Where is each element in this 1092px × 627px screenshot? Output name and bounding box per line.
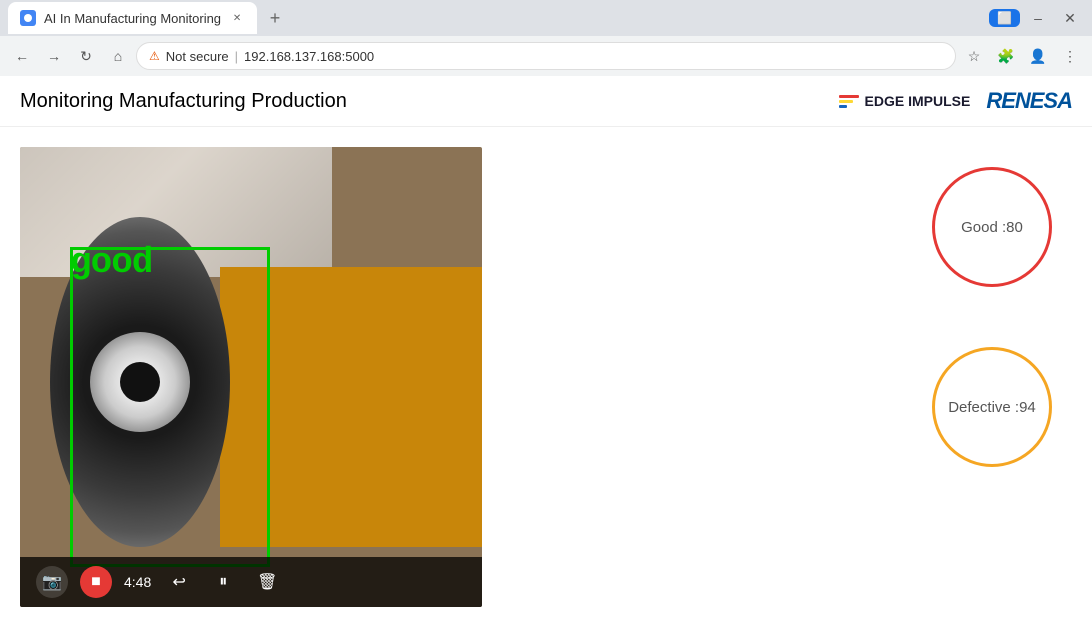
detection-label: good bbox=[70, 242, 152, 283]
page-content: Monitoring Manufacturing Production EDGE… bbox=[0, 76, 1092, 627]
new-tab-button[interactable]: + bbox=[261, 4, 289, 32]
security-warning: ⚠ bbox=[149, 49, 160, 63]
defective-metric-circle: Defective :94 bbox=[932, 347, 1052, 467]
tab-favicon bbox=[20, 10, 36, 26]
page-header: Monitoring Manufacturing Production EDGE… bbox=[0, 76, 1092, 127]
edge-impulse-logo: EDGE IMPULSE bbox=[839, 93, 971, 109]
time-display: 4:48 bbox=[124, 574, 151, 590]
rewind-button[interactable]: ↩ bbox=[163, 566, 195, 598]
refresh-button[interactable]: ↻ bbox=[72, 42, 100, 70]
maximize-button[interactable]: ⬜ bbox=[989, 9, 1020, 27]
stop-button[interactable]: ■ bbox=[80, 566, 112, 598]
not-secure-text: Not secure bbox=[166, 49, 229, 64]
url-text: 192.168.137.168:5000 bbox=[244, 49, 374, 64]
tab-close-button[interactable]: ✕ bbox=[229, 10, 245, 26]
video-controls[interactable]: 📷 ■ 4:48 ↩ ⏸ 🗑 bbox=[20, 557, 482, 607]
edge-impulse-icon bbox=[839, 95, 859, 108]
renesa-logo: RENESA bbox=[986, 88, 1072, 114]
menu-button[interactable]: ⋮ bbox=[1056, 42, 1084, 70]
browser-chrome: AI In Manufacturing Monitoring ✕ + ⬜ – ✕… bbox=[0, 0, 1092, 76]
page-title: Monitoring Manufacturing Production bbox=[20, 90, 347, 113]
address-separator: | bbox=[235, 49, 238, 64]
good-metric-circle: Good :80 bbox=[932, 167, 1052, 287]
active-tab[interactable]: AI In Manufacturing Monitoring ✕ bbox=[8, 2, 257, 34]
logos-container: EDGE IMPULSE RENESA bbox=[839, 88, 1072, 114]
address-bar[interactable]: ⚠ Not secure | 192.168.137.168:5000 bbox=[136, 42, 956, 70]
detection-bounding-box: good bbox=[70, 247, 270, 567]
video-player: good 📷 ■ 4:48 ↩ ⏸ 🗑 bbox=[20, 147, 482, 607]
delete-button[interactable]: 🗑 bbox=[251, 566, 283, 598]
good-metric-label: Good :80 bbox=[961, 219, 1023, 236]
tab-bar: AI In Manufacturing Monitoring ✕ + ⬜ – ✕ bbox=[0, 0, 1092, 36]
camera-button[interactable]: 📷 bbox=[36, 566, 68, 598]
nav-actions: ☆ 🧩 👤 ⋮ bbox=[960, 42, 1084, 70]
pause-button[interactable]: ⏸ bbox=[207, 566, 239, 598]
edge-impulse-text: EDGE IMPULSE bbox=[865, 93, 971, 109]
renesa-text: RENESA bbox=[986, 88, 1072, 113]
close-window-button[interactable]: ✕ bbox=[1056, 4, 1084, 32]
defective-metric-label: Defective :94 bbox=[948, 399, 1036, 416]
right-panel: Good :80 Defective :94 bbox=[522, 147, 1072, 607]
back-button[interactable]: ← bbox=[8, 42, 36, 70]
page-body: good 📷 ■ 4:48 ↩ ⏸ 🗑 Good :80 Defective :… bbox=[0, 127, 1092, 627]
profile-button[interactable]: 👤 bbox=[1024, 42, 1052, 70]
minimize-button[interactable]: – bbox=[1024, 4, 1052, 32]
nav-bar: ← → ↻ ⌂ ⚠ Not secure | 192.168.137.168:5… bbox=[0, 36, 1092, 76]
tab-title: AI In Manufacturing Monitoring bbox=[44, 11, 221, 26]
forward-button[interactable]: → bbox=[40, 42, 68, 70]
extensions-button[interactable]: 🧩 bbox=[992, 42, 1020, 70]
bookmark-button[interactable]: ☆ bbox=[960, 42, 988, 70]
home-button[interactable]: ⌂ bbox=[104, 42, 132, 70]
